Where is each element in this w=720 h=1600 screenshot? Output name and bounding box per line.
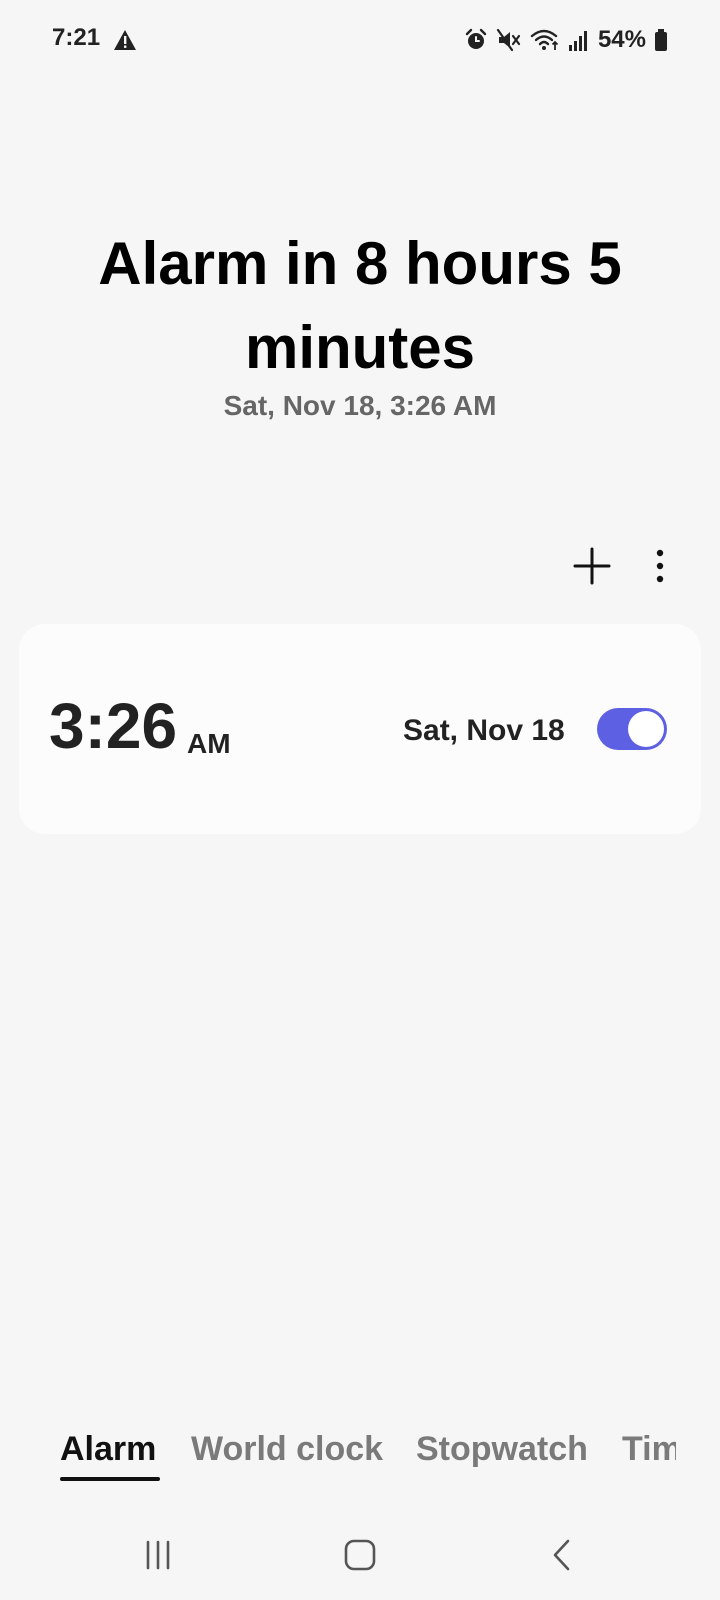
battery-percent: 54% [597,26,646,53]
wifi-icon [530,28,560,52]
mute-icon [496,28,522,52]
battery-icon [654,28,668,52]
signal-icon [568,28,590,52]
clock-app-screen: 7:21 54% Alarm in 8 hours 5 minutes Sat,… [0,0,720,1600]
tab-timer[interactable]: Timer [622,1430,676,1469]
alarm-ampm: AM [187,728,231,759]
system-nav-bar [0,1520,720,1590]
tab-world-clock[interactable]: World clock [191,1430,383,1469]
toggle-knob [628,711,664,747]
alarm-date: Sat, Nov 18 [403,714,565,747]
status-bar: 7:21 54% [0,0,720,80]
more-vertical-icon [656,549,664,583]
add-alarm-button[interactable] [570,544,614,588]
home-button[interactable] [320,1520,400,1590]
back-icon [553,1539,570,1571]
alarm-item-card[interactable]: 3:26 AM Sat, Nov 18 [19,624,701,834]
next-alarm-datetime: Sat, Nov 18, 3:26 AM [223,390,497,421]
bottom-tabs: Alarm World clock Stopwatch Timer [0,1430,676,1490]
next-alarm-countdown: Alarm in 8 hours 5 minutes [98,230,622,381]
warning-icon [113,29,137,56]
tab-alarm[interactable]: Alarm [60,1430,156,1469]
alarm-toggle-switch[interactable] [597,708,667,750]
plus-icon [573,547,611,585]
active-tab-indicator [60,1477,160,1481]
status-time: 7:21 [52,24,101,51]
alarm-icon [464,28,488,52]
home-icon [344,1539,376,1571]
tab-stopwatch[interactable]: Stopwatch [416,1430,588,1469]
back-button[interactable] [522,1520,602,1590]
alarm-time: 3:26 [49,690,178,762]
recent-apps-button[interactable] [118,1520,198,1590]
recent-apps-icon [146,1540,170,1570]
status-icons: 54% [464,24,668,56]
more-options-button[interactable] [640,544,680,588]
